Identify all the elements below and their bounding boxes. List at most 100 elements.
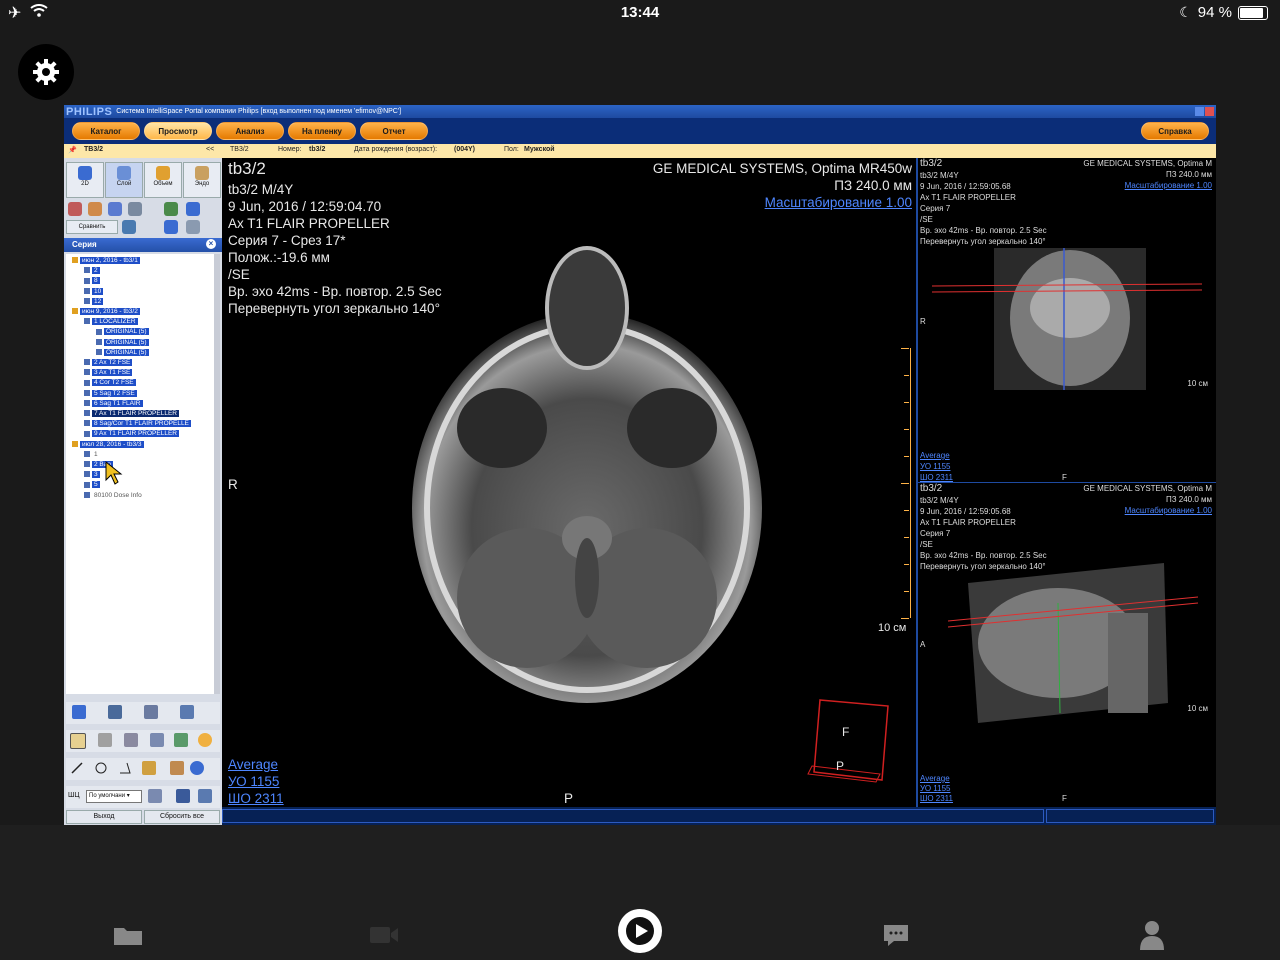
chat-icon[interactable] (876, 915, 916, 955)
menu-report[interactable]: Отчет (360, 122, 428, 140)
camera-icon[interactable] (108, 705, 122, 719)
series-node[interactable]: 8 (84, 276, 100, 285)
sagittal-reference-lines[interactable] (948, 593, 1198, 633)
tree-label: ORIGINAL (5) (104, 338, 149, 346)
series-node[interactable]: 1 (84, 450, 100, 459)
layout-grid-icon[interactable] (148, 789, 162, 803)
play-button[interactable] (618, 909, 662, 953)
tree-label: 6 Sag T1 FLAIR (92, 399, 143, 407)
study-node[interactable]: июл 28, 2016 - tb3/3 (72, 440, 144, 449)
link-icon[interactable] (122, 220, 136, 234)
coronal-wc-link[interactable]: УО 1155 (920, 461, 950, 472)
coronal-viewport[interactable]: tb3/2 tb3/2 M/4Y 9 Jun, 2016 / 12:59:05.… (918, 158, 1216, 483)
series-node[interactable]: 2 Ax T2 FSE (84, 358, 133, 367)
study-node[interactable]: июн 9, 2016 - tb3/2 (72, 307, 140, 316)
sagittal-ww-link[interactable]: ШО 2311 (920, 793, 953, 804)
series-node[interactable]: 80100 Dose Info (84, 491, 144, 500)
view-slab-button[interactable]: Слой (105, 162, 143, 198)
series-node[interactable]: 10 (84, 287, 104, 296)
exit-button[interactable]: Выход (66, 810, 142, 824)
average-link[interactable]: Average (228, 756, 278, 773)
series-node[interactable]: 6 Sag T1 FLAIR (84, 399, 143, 408)
coronal-average-link[interactable]: Average (920, 450, 950, 461)
series-node[interactable]: ORIGINAL (5) (96, 348, 149, 357)
close-button[interactable] (1205, 107, 1214, 116)
pointer-tool-icon[interactable] (70, 733, 86, 749)
main-mr-viewport[interactable]: tb3/2 tb3/2 M/4Y 9 Jun, 2016 / 12:59:04.… (222, 158, 916, 821)
menu-view[interactable]: Просмотр (144, 122, 212, 140)
sagittal-viewport[interactable]: tb3/2 tb3/2 M/4Y 9 Jun, 2016 / 12:59:05.… (918, 483, 1216, 803)
ellipse-tool-icon[interactable] (94, 761, 108, 775)
window-level-icon[interactable] (124, 733, 138, 747)
brain-icon[interactable] (108, 202, 122, 216)
face-icon[interactable] (88, 202, 102, 216)
window-center-link[interactable]: УО 1155 (228, 773, 279, 790)
series-node[interactable]: 5 (84, 480, 100, 489)
help-button[interactable]: Справка (1141, 122, 1209, 140)
main-scrollbar[interactable] (222, 809, 1044, 823)
ruler-tool-icon[interactable] (142, 761, 156, 775)
collapse-button[interactable]: << (206, 146, 214, 153)
folder-icon (72, 257, 78, 264)
annotation-tool-icon[interactable] (170, 761, 184, 775)
zoom-link[interactable]: Масштабирование 1.00 (765, 194, 912, 211)
reset-all-button[interactable]: Сбросить все (144, 810, 220, 824)
tools-icon[interactable] (164, 202, 178, 216)
video-icon[interactable] (364, 915, 404, 955)
compare-button[interactable]: Сравнить (66, 220, 118, 234)
series-node[interactable]: 1 LOCALIZER (84, 317, 138, 326)
person-icon[interactable] (1132, 915, 1172, 955)
coronal-ww-link[interactable]: ШО 2311 (920, 472, 953, 483)
patient-tab[interactable]: TB3/2 (84, 146, 103, 153)
film-icon[interactable] (198, 789, 212, 803)
angle-tool-icon[interactable] (118, 761, 132, 775)
copy-icon[interactable] (144, 705, 158, 719)
sync-icon[interactable] (164, 220, 178, 234)
view-endo-button[interactable]: Эндо (183, 162, 221, 198)
series-node[interactable]: 2 (84, 266, 100, 275)
book-icon[interactable] (180, 705, 194, 719)
preset-select[interactable]: По умолчани ▾ (86, 790, 142, 803)
folder-icon[interactable] (108, 915, 148, 955)
series-node[interactable]: 3 (84, 470, 100, 479)
pan-tool-icon[interactable] (98, 733, 112, 747)
series-node[interactable]: 4 Cor T2 FSE (84, 378, 136, 387)
tree-scrollbar[interactable] (214, 254, 220, 694)
view-2d-button[interactable]: 2D (66, 162, 104, 198)
grid-icon[interactable] (186, 202, 200, 216)
series-node[interactable]: ORIGINAL (5) (96, 327, 149, 336)
coronal-zoom-link[interactable]: Масштабирование 1.00 (1125, 180, 1212, 191)
series-node[interactable]: 3 Ax T1 FSE (84, 368, 133, 377)
view-volume-button[interactable]: Объем (144, 162, 182, 198)
orientation-cube[interactable] (806, 694, 896, 784)
series-node[interactable]: 12 (84, 297, 104, 306)
series-node[interactable]: 8 Sag/Cor T1 FLAIR PROPELLE (84, 419, 191, 428)
coronal-reference-lines[interactable] (932, 282, 1202, 298)
bottom-scroll-bar[interactable] (222, 807, 1216, 825)
minimize-button[interactable] (1195, 107, 1204, 116)
menu-film[interactable]: На пленку (288, 122, 356, 140)
menu-analysis[interactable]: Анализ (216, 122, 284, 140)
pin-icon[interactable]: 📌 (68, 146, 77, 154)
series-node[interactable]: ORIGINAL (5) (96, 338, 149, 347)
export-icon[interactable] (186, 220, 200, 234)
series-node[interactable]: 5 Sag T2 FSE (84, 389, 137, 398)
rotate-icon[interactable] (128, 202, 142, 216)
side-scrollbar[interactable] (1046, 809, 1214, 823)
series-node[interactable]: 7 Ax T1 FLAIR PROPELLER (84, 409, 179, 418)
print-icon[interactable] (176, 789, 190, 803)
settings-button[interactable] (18, 44, 74, 100)
roi-tool-icon[interactable] (198, 733, 212, 747)
layout-icon[interactable] (68, 202, 82, 216)
line-tool-icon[interactable] (70, 761, 84, 775)
zoom-tool-icon[interactable] (150, 733, 164, 747)
collapse-series-icon[interactable]: × (206, 239, 216, 249)
menu-catalog[interactable]: Каталог (72, 122, 140, 140)
sagittal-zoom-link[interactable]: Масштабирование 1.00 (1125, 505, 1212, 516)
study-node[interactable]: июн 2, 2016 - tb3/1 (72, 256, 140, 265)
window-width-link[interactable]: ШО 2311 (228, 790, 284, 807)
circle-roi-icon[interactable] (190, 761, 204, 775)
save-icon[interactable] (72, 705, 86, 719)
series-node[interactable]: 9 Ax T1 FLAIR PROPELLER (84, 429, 179, 438)
scroll-tool-icon[interactable] (174, 733, 188, 747)
